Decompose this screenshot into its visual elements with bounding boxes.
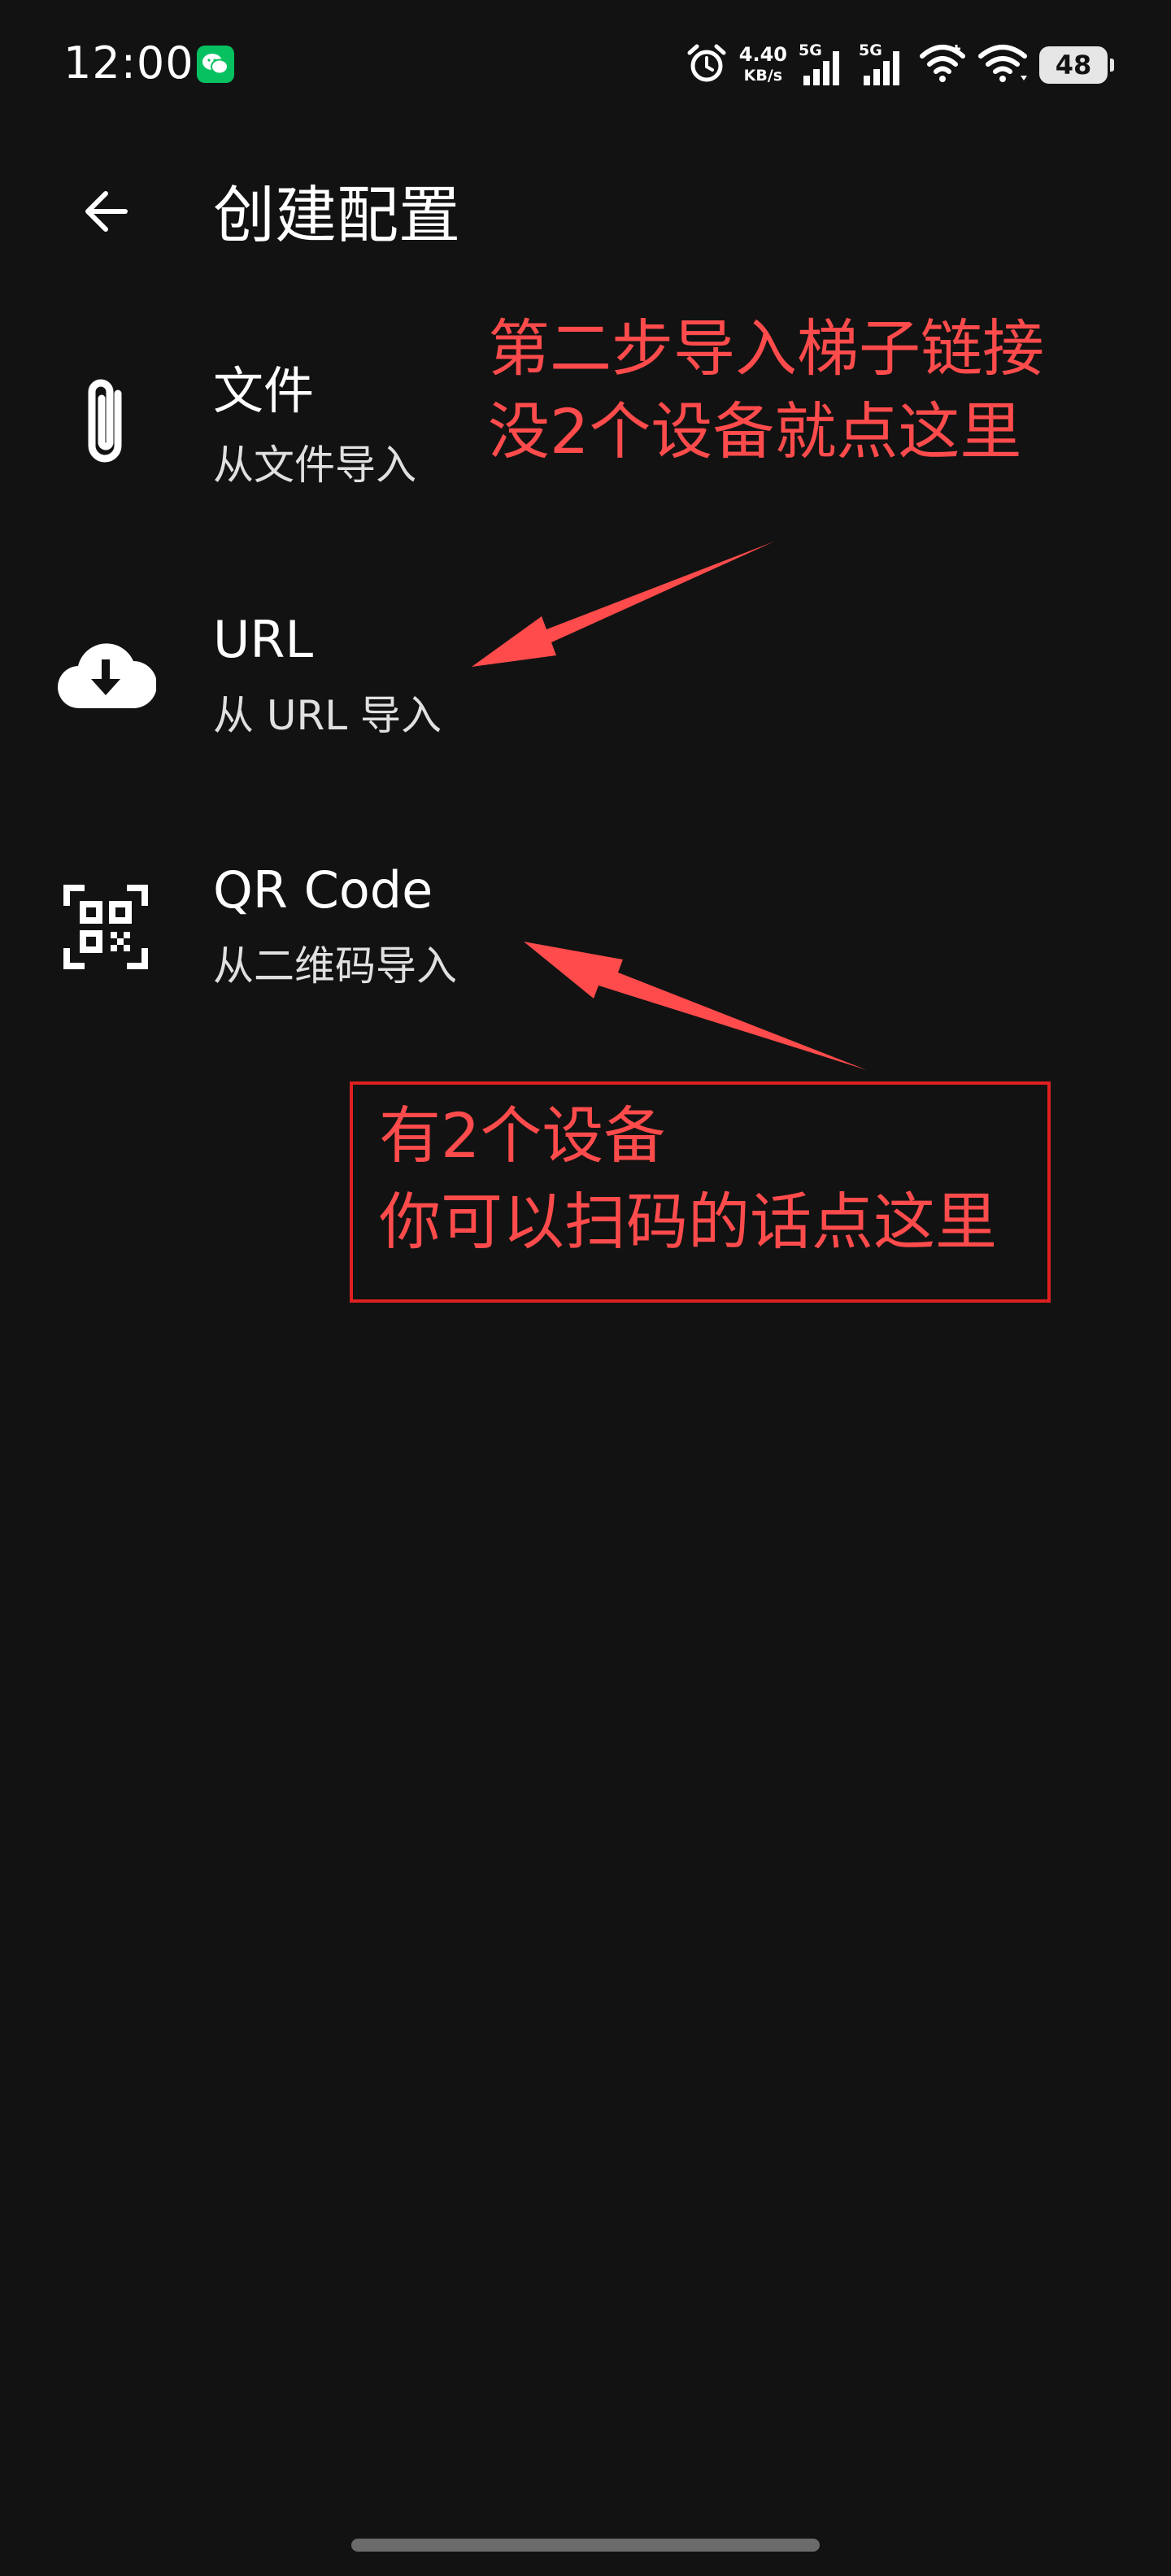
signal-1-label: 5G <box>799 41 822 59</box>
annotation-box-line-2: 你可以扫码的话点这里 <box>379 1186 997 1258</box>
page-title: 创建配置 <box>213 179 460 251</box>
cloud-download-icon <box>49 618 163 732</box>
status-time: 12:00 <box>63 37 194 89</box>
wifi-icon <box>919 43 966 87</box>
status-bar: 12:00 4.40 KB/s 5G 5G 48 <box>0 0 1171 130</box>
battery-level: 48 <box>1055 50 1092 80</box>
home-indicator[interactable] <box>351 2539 820 2552</box>
net-speed: 4.40 KB/s <box>739 44 787 86</box>
signal-2-label: 5G <box>859 41 882 59</box>
menu-item-subtitle: 从文件导入 <box>213 442 416 489</box>
net-speed-value: 4.40 <box>738 43 787 66</box>
wechat-icon <box>197 46 234 83</box>
battery-icon: 48 <box>1039 46 1114 84</box>
annotation-top: 第二步导入梯子链接 没2个设备就点这里 <box>488 307 1044 473</box>
menu-item-title: QR Code <box>213 860 433 920</box>
signal-icon-2: 5G <box>859 41 908 87</box>
menu-item-title: URL <box>213 610 314 669</box>
net-speed-unit: KB/s <box>743 67 783 85</box>
app-bar: 创建配置 <box>0 163 1171 268</box>
menu-item-title: 文件 <box>213 361 315 420</box>
menu-item-subtitle: 从二维码导入 <box>213 942 457 990</box>
annotation-top-line-2: 没2个设备就点这里 <box>488 395 1022 468</box>
annotation-top-line-1: 第二步导入梯子链接 <box>488 312 1044 385</box>
annotation-box-line-1: 有2个设备 <box>379 1099 666 1172</box>
wifi-icon-2 <box>977 43 1028 87</box>
status-icons: 4.40 KB/s 5G 5G 48 <box>686 39 1114 91</box>
qr-code-scan-icon <box>49 870 163 984</box>
annotation-box: 有2个设备 你可以扫码的话点这里 <box>350 1081 1051 1303</box>
alarm-icon <box>686 42 728 88</box>
paperclip-icon <box>49 366 163 480</box>
menu-item-subtitle: 从 URL 导入 <box>213 692 442 739</box>
signal-icon-1: 5G <box>799 41 847 87</box>
back-button[interactable] <box>73 179 138 244</box>
arrow-left-icon <box>85 191 128 232</box>
menu-item-qr-code[interactable]: QR Code 从二维码导入 <box>0 805 1171 1049</box>
menu-item-url[interactable]: URL 从 URL 导入 <box>0 553 1171 797</box>
